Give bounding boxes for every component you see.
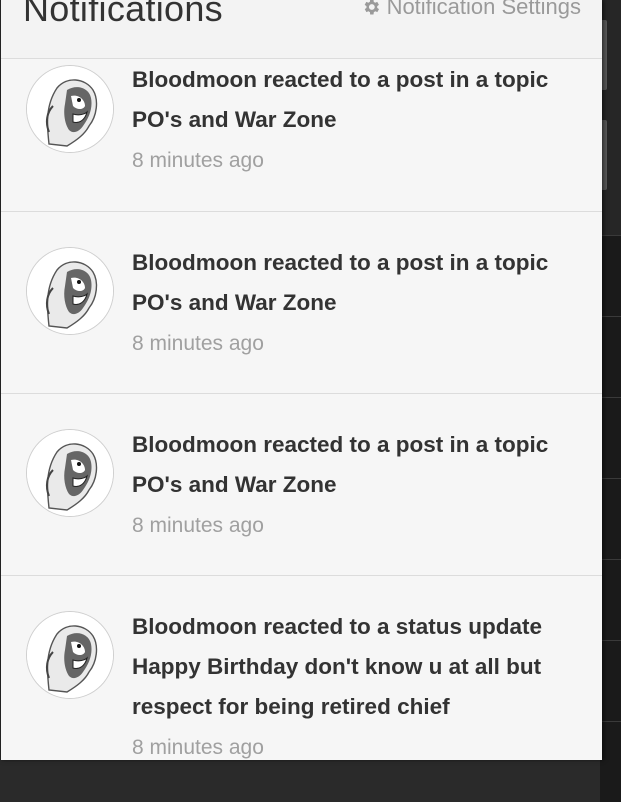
notification-item[interactable]: Bloodmoon reacted to a status update Hap…: [1, 576, 602, 760]
panel-header: Notifications Notification Settings: [1, 0, 602, 59]
notification-line: Happy Birthday don't know u at all but: [132, 654, 542, 679]
notification-line: respect for being retired chief: [132, 694, 450, 719]
background-block: [600, 640, 621, 721]
avatar-illustration: [27, 430, 113, 516]
avatar-illustration: [27, 66, 113, 152]
background-app-strip: [599, 0, 621, 802]
background-block: [600, 235, 621, 316]
notification-time: 8 minutes ago: [132, 736, 264, 759]
panel-title: Notifications: [23, 0, 223, 29]
notification-line: Bloodmoon reacted to a post in a topic: [132, 67, 549, 92]
notification-item[interactable]: Bloodmoon reacted to a post in a topic P…: [1, 58, 602, 212]
background-block: [600, 397, 621, 478]
avatar-illustration: [27, 612, 113, 698]
notification-text[interactable]: Bloodmoon reacted to a post in a topic P…: [132, 425, 592, 505]
notification-line: PO's and War Zone: [132, 107, 337, 132]
notification-line: Bloodmoon reacted to a post in a topic: [132, 250, 549, 275]
gear-icon: [364, 0, 379, 15]
notification-line: Bloodmoon reacted to a status update: [132, 614, 543, 639]
notification-line: PO's and War Zone: [132, 290, 337, 315]
background-block: [600, 478, 621, 559]
notification-text[interactable]: Bloodmoon reacted to a post in a topic P…: [132, 243, 592, 323]
avatar-illustration: [27, 248, 113, 334]
notification-time: 8 minutes ago: [132, 514, 264, 537]
notification-time: 8 minutes ago: [132, 332, 264, 355]
avatar[interactable]: [26, 247, 114, 335]
notification-settings-link[interactable]: Notification Settings: [361, 0, 581, 20]
notification-item[interactable]: Bloodmoon reacted to a post in a topic P…: [1, 394, 602, 576]
background-block: [600, 559, 621, 640]
avatar[interactable]: [26, 429, 114, 517]
notification-list: Bloodmoon reacted to a post in a topic P…: [1, 58, 602, 760]
background-block: [600, 316, 621, 397]
notification-line: Bloodmoon reacted to a post in a topic: [132, 432, 549, 457]
avatar[interactable]: [26, 611, 114, 699]
notification-item[interactable]: Bloodmoon reacted to a post in a topic P…: [1, 212, 602, 394]
notification-settings-label: Notification Settings: [386, 0, 581, 19]
notification-time: 8 minutes ago: [132, 149, 264, 172]
notification-text[interactable]: Bloodmoon reacted to a post in a topic P…: [132, 60, 592, 140]
background-block: [600, 721, 621, 802]
notifications-panel: Notifications Notification Settings Bloo…: [0, 0, 602, 760]
notification-text[interactable]: Bloodmoon reacted to a status update Hap…: [132, 607, 592, 727]
notification-line: PO's and War Zone: [132, 472, 337, 497]
avatar[interactable]: [26, 65, 114, 153]
